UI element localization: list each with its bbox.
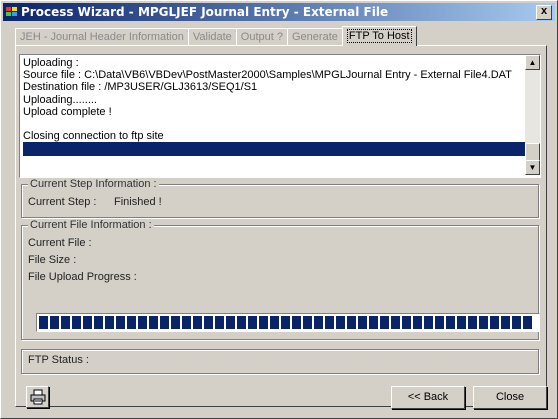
- app-icon: [6, 7, 17, 16]
- progress-block: [314, 316, 323, 329]
- printer-icon: [30, 389, 45, 405]
- progress-block: [149, 316, 158, 329]
- current-step-group: Current Step Information : Current Step …: [21, 178, 539, 218]
- progress-block: [490, 316, 499, 329]
- log-line[interactable]: [23, 118, 528, 130]
- progress-block: [105, 316, 114, 329]
- progress-block: [512, 316, 521, 329]
- group-title: Current File Information :: [28, 219, 154, 231]
- ftp-status-label: FTP Status :: [28, 354, 89, 366]
- progress-block: [303, 316, 312, 329]
- current-step-value: Finished !: [114, 196, 162, 208]
- tab-label: Output ?: [240, 31, 283, 43]
- close-button[interactable]: Close: [473, 386, 547, 409]
- progress-block: [281, 316, 290, 329]
- back-button-label: << Back: [407, 391, 449, 403]
- wizard-tabs: JEH - Journal Header Information Validate…: [15, 26, 417, 46]
- progress-block: [413, 316, 422, 329]
- log-line[interactable]: Closing connection to ftp site: [23, 130, 528, 142]
- tab-generate[interactable]: Generate: [287, 28, 343, 46]
- progress-block: [424, 316, 433, 329]
- progress-block: [347, 316, 356, 329]
- log-line[interactable]: Destination file : /MP3USER/GLJ3613/SEQ1…: [23, 81, 528, 93]
- scroll-up-button[interactable]: ▲: [525, 55, 540, 70]
- progress-block: [391, 316, 400, 329]
- arrow-down-icon: ▼: [528, 163, 537, 172]
- progress-block: [61, 316, 70, 329]
- progress-block: [270, 316, 279, 329]
- progress-block: [501, 316, 510, 329]
- progress-block: [50, 316, 59, 329]
- back-button[interactable]: << Back: [391, 386, 465, 409]
- tab-label: Generate: [292, 31, 338, 43]
- tab-output[interactable]: Output ?: [235, 28, 288, 46]
- progress-block: [259, 316, 268, 329]
- tab-validate[interactable]: Validate: [187, 28, 237, 46]
- progress-block: [369, 316, 378, 329]
- progress-block: [160, 316, 169, 329]
- upload-progress-bar: [36, 313, 540, 332]
- process-wizard-window: Process Wizard - MPGLJEF Journal Entry -…: [0, 0, 558, 419]
- ftp-log-listbox[interactable]: Uploading : Source file : C:\Data\VB6\VB…: [19, 54, 541, 178]
- log-scrollbar[interactable]: ▲ ▼: [525, 55, 540, 175]
- current-file-label: Current File :: [28, 237, 92, 249]
- progress-block: [248, 316, 257, 329]
- current-step-label: Current Step :: [28, 196, 97, 208]
- progress-block: [226, 316, 235, 329]
- log-line[interactable]: Uploading........: [23, 94, 528, 106]
- progress-block: [380, 316, 389, 329]
- log-line-selected[interactable]: [23, 142, 528, 157]
- progress-block: [523, 316, 532, 329]
- progress-block: [193, 316, 202, 329]
- current-file-group: Current File Information : Current File …: [21, 219, 540, 340]
- progress-block: [171, 316, 180, 329]
- progress-block: [83, 316, 92, 329]
- progress-block: [358, 316, 367, 329]
- progress-block: [479, 316, 488, 329]
- progress-block: [72, 316, 81, 329]
- tab-label: Validate: [192, 31, 232, 43]
- progress-block: [94, 316, 103, 329]
- window-title: Process Wizard - MPGLJEF Journal Entry -…: [21, 5, 389, 19]
- close-button-label: Close: [495, 391, 525, 403]
- arrow-up-icon: ▲: [528, 58, 537, 67]
- tab-ftp-to-host[interactable]: FTP To Host: [341, 26, 417, 46]
- progress-block: [237, 316, 246, 329]
- log-line[interactable]: Uploading :: [23, 57, 528, 69]
- title-bar[interactable]: Process Wizard - MPGLJEF Journal Entry -…: [3, 3, 555, 21]
- progress-block: [402, 316, 411, 329]
- tab-label: FTP To Host: [346, 29, 412, 43]
- progress-block: [138, 316, 147, 329]
- progress-block: [39, 316, 48, 329]
- log-lines: Uploading : Source file : C:\Data\VB6\VB…: [23, 57, 528, 157]
- scroll-down-button[interactable]: ▼: [525, 160, 540, 175]
- progress-fill: [39, 316, 532, 329]
- progress-block: [325, 316, 334, 329]
- progress-block: [215, 316, 224, 329]
- upload-progress-label: File Upload Progress :: [28, 271, 137, 283]
- log-line[interactable]: Source file : C:\Data\VB6\VBDev\PostMast…: [23, 69, 528, 81]
- print-button[interactable]: [26, 386, 49, 408]
- group-title: Current Step Information :: [28, 178, 159, 190]
- progress-block: [204, 316, 213, 329]
- close-icon: x: [540, 5, 548, 17]
- progress-block: [457, 316, 466, 329]
- progress-block: [292, 316, 301, 329]
- progress-block: [182, 316, 191, 329]
- window-close-button[interactable]: x: [536, 5, 552, 20]
- progress-block: [116, 316, 125, 329]
- ftp-status-group: FTP Status :: [21, 349, 539, 374]
- progress-block: [435, 316, 444, 329]
- progress-block: [127, 316, 136, 329]
- file-size-label: File Size :: [28, 254, 77, 266]
- tab-journal-header[interactable]: JEH - Journal Header Information: [15, 28, 189, 46]
- progress-block: [446, 316, 455, 329]
- log-line[interactable]: Upload complete !: [23, 106, 528, 118]
- progress-block: [468, 316, 477, 329]
- progress-block: [336, 316, 345, 329]
- tab-label: JEH - Journal Header Information: [20, 31, 184, 43]
